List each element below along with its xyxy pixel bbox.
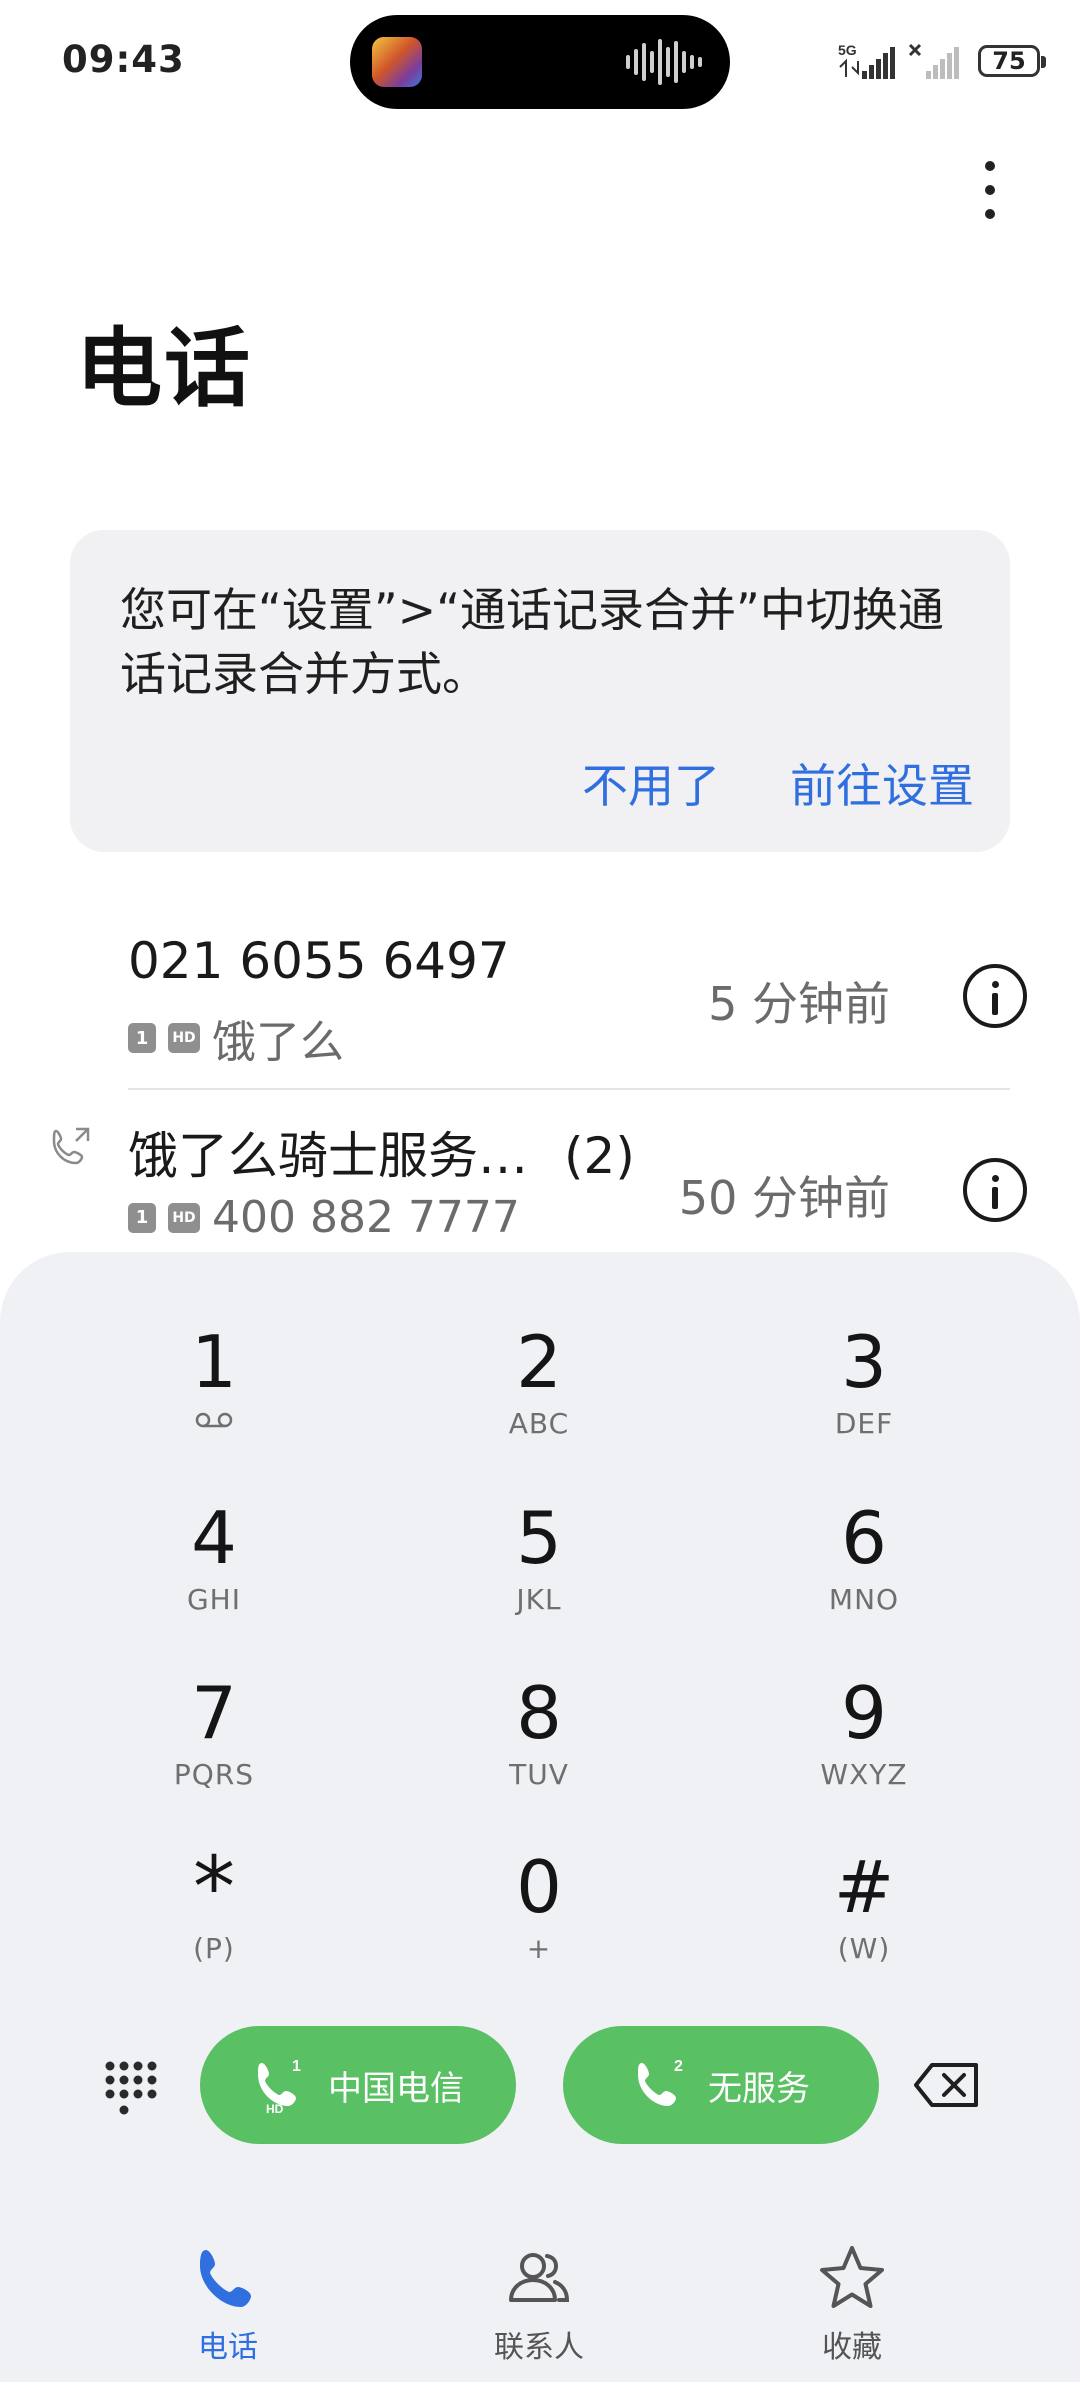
svg-text:HD: HD <box>266 2102 284 2115</box>
dial-key-2[interactable]: 2 ABC <box>419 1318 659 1478</box>
battery-icon: 75 <box>978 45 1046 77</box>
call-sub-info: 1 HD 饿了么 <box>128 1006 344 1070</box>
more-dot-icon <box>985 161 995 171</box>
page-title: 电话 <box>76 319 252 419</box>
more-dot-icon <box>985 209 995 219</box>
call-contact: 饿了么骑士服务… (2) <box>128 1127 635 1185</box>
more-options-button[interactable] <box>960 155 1020 225</box>
phone-sim1-hd-icon: 1 HD <box>258 2058 301 2115</box>
signal-no-service-icon <box>908 43 959 79</box>
audio-wave-icon <box>626 39 702 85</box>
call-time: 5 分钟前 <box>708 977 890 1031</box>
go-settings-button[interactable]: 前往设置 <box>790 750 974 816</box>
svg-text:2: 2 <box>674 2058 683 2075</box>
call-detail: 400 882 7777 <box>212 1192 520 1243</box>
star-icon <box>820 2246 884 2308</box>
tip-message: 您可在“设置”>“通话记录合并”中切换通话记录合并方式。 <box>120 583 944 701</box>
dial-key-star[interactable]: * (P) <box>94 1843 334 2003</box>
signal-5g-icon: 5G <box>838 42 895 79</box>
tip-actions: 不用了 前往设置 <box>582 750 974 816</box>
hd-badge: HD <box>168 1023 200 1053</box>
dial-key-4[interactable]: 4 GHI <box>94 1494 334 1654</box>
dial-key-7[interactable]: 7 PQRS <box>94 1669 334 1829</box>
svg-text:1: 1 <box>292 2058 301 2075</box>
divider <box>128 1088 1010 1090</box>
status-indicators: 5G 75 <box>838 38 1046 84</box>
carrier-label: 无服务 <box>708 2068 810 2109</box>
call-button-sim2[interactable]: 2 无服务 <box>563 2026 879 2144</box>
dial-key-0[interactable]: 0 + <box>419 1843 659 2003</box>
dial-key-1[interactable]: 1 <box>94 1318 334 1478</box>
dial-key-3[interactable]: 3 DEF <box>744 1318 984 1478</box>
sim-1-badge: 1 <box>128 1023 156 1053</box>
tip-card: 您可在“设置”>“通话记录合并”中切换通话记录合并方式。 不用了 前往设置 <box>70 530 1010 852</box>
call-detail: 饿了么 <box>212 1017 344 1068</box>
more-dot-icon <box>985 185 995 195</box>
info-icon[interactable] <box>963 964 1027 1028</box>
dialpad-toggle-icon[interactable] <box>100 2058 160 2118</box>
call-button-sim1[interactable]: 1 HD 中国电信 <box>200 2026 516 2144</box>
nav-tab-favorites[interactable]: 收藏 <box>752 2242 952 2366</box>
info-icon[interactable] <box>963 1158 1027 1222</box>
status-bar: 09:43 5G 75 <box>0 0 1080 130</box>
call-number: 021 6055 6497 <box>128 932 510 990</box>
dial-key-hash[interactable]: # (W) <box>744 1843 984 2003</box>
game-app-icon <box>372 37 422 87</box>
carrier-label: 中国电信 <box>328 2068 464 2109</box>
dynamic-island[interactable] <box>350 15 730 109</box>
status-time: 09:43 <box>62 38 185 81</box>
nav-tab-contacts[interactable]: 联系人 <box>439 2242 639 2366</box>
phone-icon <box>200 2250 251 2307</box>
voicemail-icon <box>195 1412 233 1428</box>
dial-key-6[interactable]: 6 MNO <box>744 1494 984 1654</box>
phone-sim2-icon: 2 <box>638 2058 683 2106</box>
dial-key-5[interactable]: 5 JKL <box>419 1494 659 1654</box>
dial-key-8[interactable]: 8 TUV <box>419 1669 659 1829</box>
call-sub-info: 1 HD 400 882 7777 <box>128 1192 520 1243</box>
nav-tab-phone[interactable]: 电话 <box>128 2242 328 2366</box>
bottom-nav: 电话 联系人 收藏 <box>0 2222 1080 2382</box>
dial-controls: 1 HD 中国电信 2 无服务 <box>0 2026 1080 2146</box>
call-log-item[interactable]: 饿了么骑士服务… (2) 1 HD 400 882 7777 50 分钟前 <box>0 1092 1080 1252</box>
dismiss-button[interactable]: 不用了 <box>582 750 720 816</box>
call-count: (2) <box>564 1127 635 1185</box>
call-log-item[interactable]: 021 6055 6497 1 HD 饿了么 5 分钟前 <box>0 900 1080 1086</box>
call-time: 50 分钟前 <box>678 1171 890 1225</box>
dial-key-9[interactable]: 9 WXYZ <box>744 1669 984 1829</box>
contacts-icon <box>509 2253 570 2302</box>
svg-text:5G: 5G <box>838 42 857 58</box>
backspace-icon[interactable] <box>912 2060 982 2110</box>
hd-badge: HD <box>168 1202 200 1233</box>
sim-1-badge: 1 <box>128 1202 156 1233</box>
